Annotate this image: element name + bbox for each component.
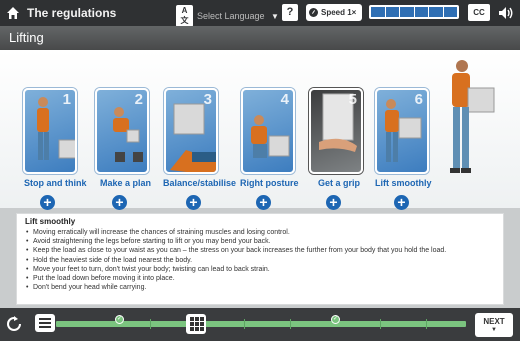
expand-step-3-button[interactable]: +	[186, 195, 201, 210]
progress-segment	[371, 7, 385, 17]
step-number: 6	[414, 91, 423, 108]
course-title: The regulations	[27, 6, 117, 20]
step-label-get-a-grip[interactable]: Get a grip	[318, 178, 360, 188]
step-info-panel: Lift smoothly Moving erratically will in…	[16, 213, 504, 305]
progress-tick	[380, 319, 381, 329]
progress-segment	[414, 7, 428, 17]
next-button[interactable]: NEXT ▼	[475, 313, 513, 337]
step-card-5[interactable]: 5	[309, 88, 363, 174]
step-card-2[interactable]: 2	[95, 88, 149, 174]
step-card-6[interactable]: 6	[375, 88, 429, 174]
replay-icon[interactable]	[6, 316, 22, 332]
checkpoint-complete-icon[interactable]: ✓	[115, 315, 124, 324]
info-bullet: Avoid straightening the legs before star…	[25, 237, 495, 246]
info-heading: Lift smoothly	[25, 217, 76, 226]
volume-icon[interactable]	[498, 6, 514, 20]
step-label-lift-smoothly[interactable]: Lift smoothly	[375, 178, 432, 188]
progress-tick	[426, 319, 427, 329]
progress-segment	[400, 7, 414, 17]
progress-tick	[150, 319, 151, 329]
menu-line	[39, 318, 51, 320]
step-label-right-posture[interactable]: Right posture	[240, 178, 299, 188]
step-label-stop-and-think[interactable]: Stop and think	[24, 178, 87, 188]
home-icon[interactable]	[6, 6, 20, 20]
section-header: Lifting	[0, 26, 520, 50]
progress-segment	[385, 7, 399, 17]
menu-line	[39, 322, 51, 324]
info-bullet: Put the load down before moving it into …	[25, 274, 495, 283]
page-index-button[interactable]	[186, 314, 206, 334]
menu-line	[39, 326, 51, 328]
progress-tick	[290, 319, 291, 329]
progress-segment	[429, 7, 443, 17]
expand-step-5-button[interactable]: +	[326, 195, 341, 210]
chevron-down-icon: ▼	[491, 327, 497, 333]
language-placeholder: Select Language	[197, 11, 265, 21]
language-select[interactable]: A文 Select Language ▼	[176, 5, 279, 27]
step-card-4[interactable]: 4	[241, 88, 295, 174]
step-number: 5	[348, 91, 357, 108]
info-bullet: Keep the load as close to your waist as …	[25, 246, 495, 255]
info-bullet: Move your feet to turn, don't twist your…	[25, 265, 495, 274]
step-number: 4	[280, 91, 289, 108]
info-bullet-list: Moving erratically will increase the cha…	[25, 228, 495, 293]
chevron-down-icon: ▼	[271, 11, 279, 21]
step-card-3[interactable]: 3	[164, 88, 218, 174]
step-number: 3	[203, 91, 212, 108]
lifting-steps-stage: 1 2 3 4 5 6 Stop and think Make a plan B…	[0, 50, 520, 210]
bottom-navigation-bar: ✓ ✓ NEXT ▼	[0, 308, 520, 341]
info-bullet: Hold the heaviest side of the load neare…	[25, 256, 495, 265]
info-bullet: Don't bend your head while carrying.	[25, 283, 495, 292]
speed-gauge-icon	[309, 8, 318, 17]
speed-button[interactable]: Speed 1×	[306, 4, 362, 21]
progress-tick	[244, 319, 245, 329]
speed-label: Speed 1×	[321, 8, 357, 17]
step-card-1[interactable]: 1	[23, 88, 77, 174]
worker-carrying-box-illustration	[450, 60, 495, 173]
expand-step-1-button[interactable]: +	[40, 195, 55, 210]
progress-segment	[443, 7, 457, 17]
translate-icon: A文	[176, 5, 193, 27]
captions-button[interactable]: CC	[468, 4, 490, 21]
step-number: 2	[134, 91, 143, 108]
checkpoint-complete-icon[interactable]: ✓	[331, 315, 340, 324]
course-progress-bar	[369, 5, 459, 19]
next-label: NEXT	[483, 317, 505, 326]
expand-step-2-button[interactable]: +	[112, 195, 127, 210]
menu-button[interactable]	[35, 314, 55, 332]
step-label-make-a-plan[interactable]: Make a plan	[100, 178, 151, 188]
info-bullet: Moving erratically will increase the cha…	[25, 228, 495, 237]
step-label-balance-stabilise[interactable]: Balance/stabilise	[163, 178, 236, 188]
help-button[interactable]: ?	[282, 4, 298, 21]
step-number: 1	[62, 91, 71, 108]
expand-step-4-button[interactable]: +	[256, 195, 271, 210]
expand-step-6-button[interactable]: +	[394, 195, 409, 210]
